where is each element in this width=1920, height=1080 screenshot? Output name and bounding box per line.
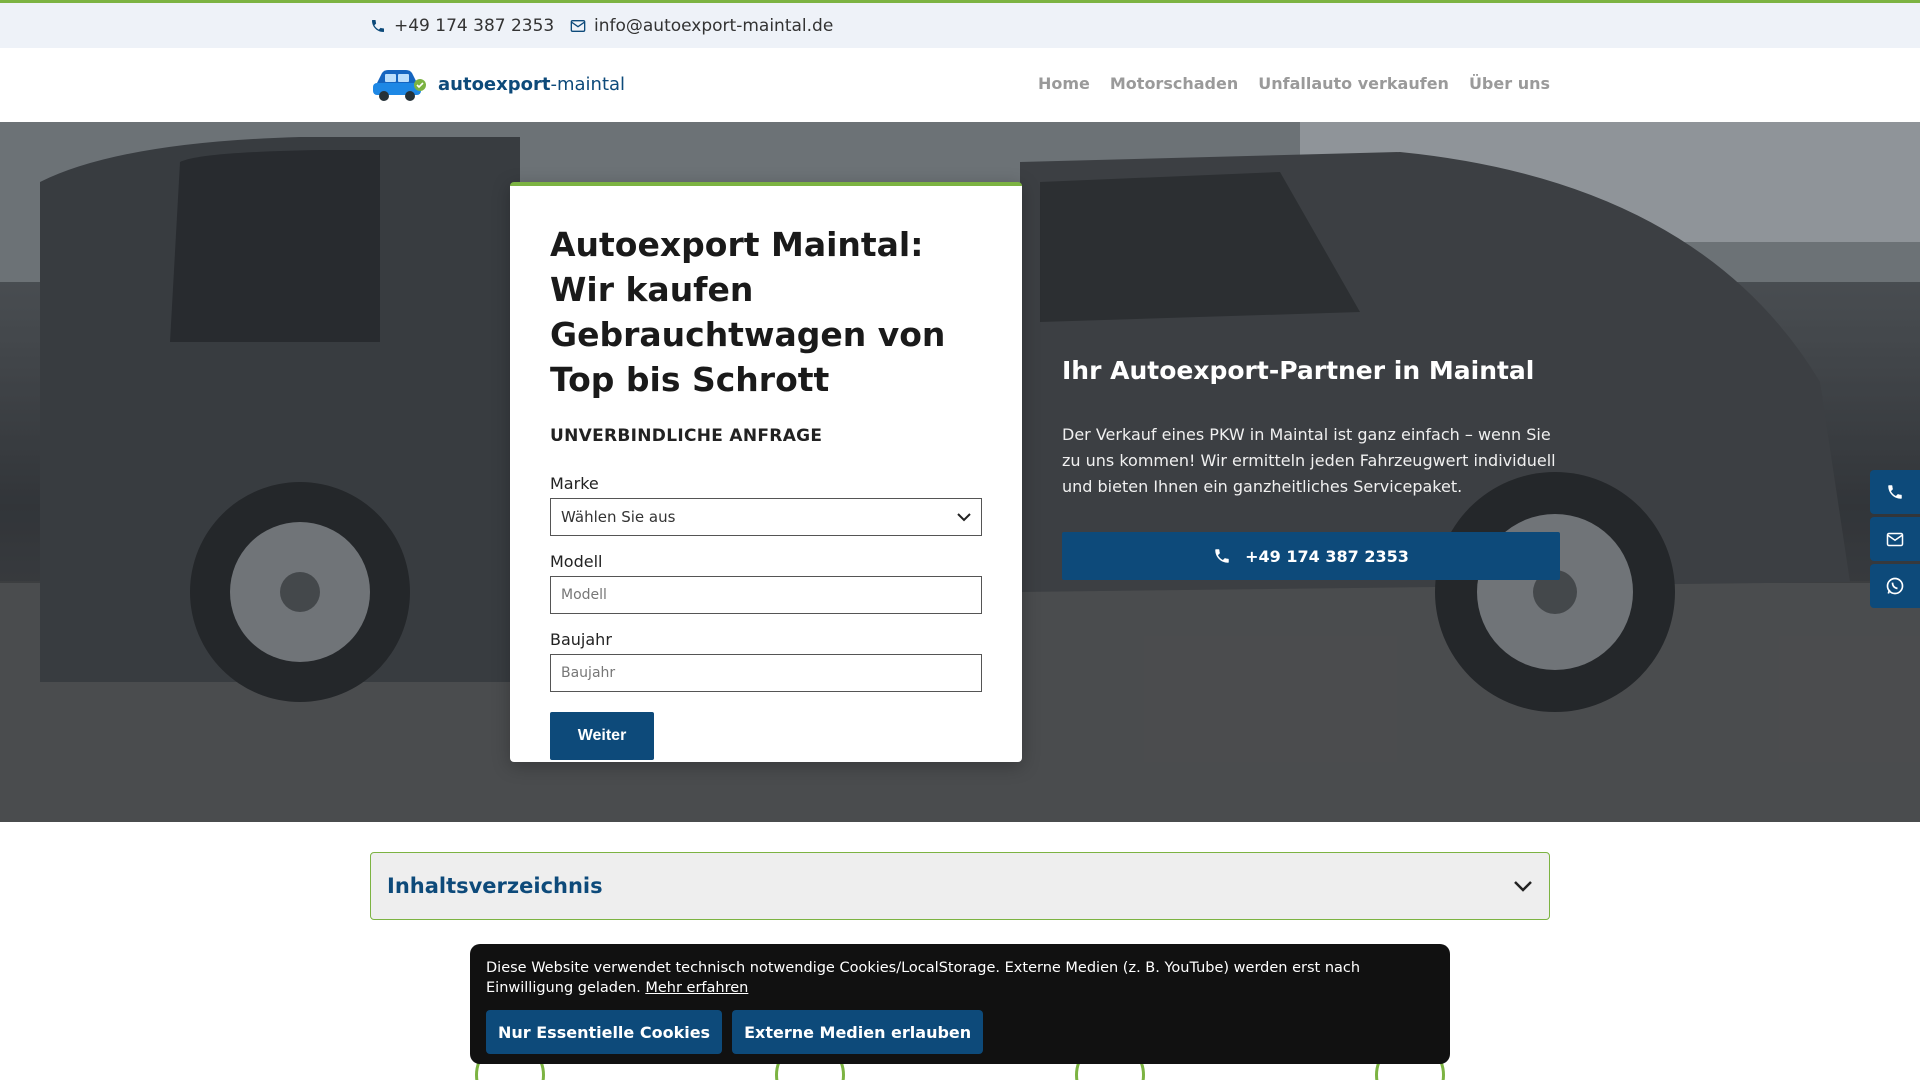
main-nav: Home Motorschaden Unfallauto verkaufen Ü… — [1038, 74, 1550, 93]
car-logo-icon — [373, 70, 426, 101]
weiter-button[interactable]: Weiter — [550, 712, 654, 760]
nav-home[interactable]: Home — [1038, 74, 1090, 93]
phone-icon — [372, 20, 384, 32]
topbar-phone-text: +49 174 387 2353 — [394, 16, 555, 36]
hero-phone-button[interactable]: +49 174 387 2353 — [1062, 532, 1560, 580]
hero-phone-text: +49 174 387 2353 — [1245, 546, 1409, 566]
site-logo[interactable]: autoexport-maintal — [370, 65, 625, 103]
hero-text: Der Verkauf eines PKW in Maintal ist gan… — [1062, 425, 1556, 496]
phone-icon — [1215, 549, 1229, 563]
side-whatsapp-button[interactable] — [1870, 564, 1920, 608]
chevron-down-icon — [1514, 880, 1532, 892]
logo-text: autoexport-maintal — [438, 74, 625, 95]
form-subtitle: UNVERBINDLICHE ANFRAGE — [550, 426, 823, 446]
side-mail-button[interactable] — [1870, 517, 1920, 561]
site-header: autoexport-maintal Home Motorschaden Unf… — [0, 48, 1920, 122]
essential-cookies-button[interactable]: Nur Essentielle Cookies — [486, 1010, 723, 1054]
floating-contact-buttons — [1870, 470, 1920, 611]
side-phone-button[interactable] — [1870, 470, 1920, 514]
logo-text-bold: autoexport — [438, 73, 551, 95]
modell-field-box — [550, 576, 982, 614]
hero-section: Autoexport Maintal: Wir kaufen Gebraucht… — [0, 122, 1920, 822]
cookie-learn-more-link[interactable]: Mehr erfahren — [645, 980, 748, 996]
form-title: Autoexport Maintal: Wir kaufen Gebraucht… — [550, 225, 946, 399]
topbar-phone[interactable]: +49 174 387 2353 — [370, 15, 554, 37]
nav-motorschaden[interactable]: Motorschaden — [1110, 74, 1238, 93]
modell-input[interactable] — [561, 587, 971, 603]
baujahr-field-box — [550, 654, 982, 692]
logo-text-light: -maintal — [550, 73, 626, 95]
inquiry-form-card: Autoexport Maintal: Wir kaufen Gebraucht… — [510, 182, 1022, 762]
modell-label: Modell — [550, 552, 603, 571]
marke-select-value: Wählen Sie aus — [561, 508, 676, 526]
nav-unfallauto-verkaufen[interactable]: Unfallauto verkaufen — [1258, 74, 1449, 93]
mail-icon — [570, 20, 586, 32]
table-of-contents[interactable]: Inhaltsverzeichnis — [370, 852, 1550, 920]
topbar-email-text: info@autoexport-maintal.de — [594, 16, 834, 36]
chevron-down-icon — [957, 513, 971, 522]
allow-external-media-button[interactable]: Externe Medien erlauben — [732, 1010, 984, 1054]
cookie-buttons: Nur Essentielle Cookies Externe Medien e… — [486, 1010, 1434, 1054]
baujahr-label: Baujahr — [550, 630, 612, 649]
whatsapp-icon — [1886, 577, 1904, 595]
toc-title: Inhaltsverzeichnis — [387, 874, 603, 898]
hero-info: Ihr Autoexport-Partner in Maintal Der Ve… — [1062, 354, 1562, 580]
phone-icon — [1888, 485, 1902, 499]
cookie-banner: Diese Website verwendet technisch notwen… — [470, 944, 1450, 1064]
cookie-text: Diese Website verwendet technisch notwen… — [486, 958, 1434, 998]
top-contact-bar: +49 174 387 2353 info@autoexport-maintal… — [0, 0, 1920, 48]
cookie-message: Diese Website verwendet technisch notwen… — [486, 960, 1361, 996]
nav-ueber-uns[interactable]: Über uns — [1469, 74, 1550, 93]
mail-icon — [1886, 532, 1904, 546]
marke-label: Marke — [550, 474, 599, 493]
topbar-email[interactable]: info@autoexport-maintal.de — [570, 15, 833, 37]
baujahr-input[interactable] — [561, 665, 971, 681]
hero-heading: Ihr Autoexport-Partner in Maintal — [1062, 356, 1535, 385]
marke-select[interactable]: Wählen Sie aus — [550, 498, 982, 536]
